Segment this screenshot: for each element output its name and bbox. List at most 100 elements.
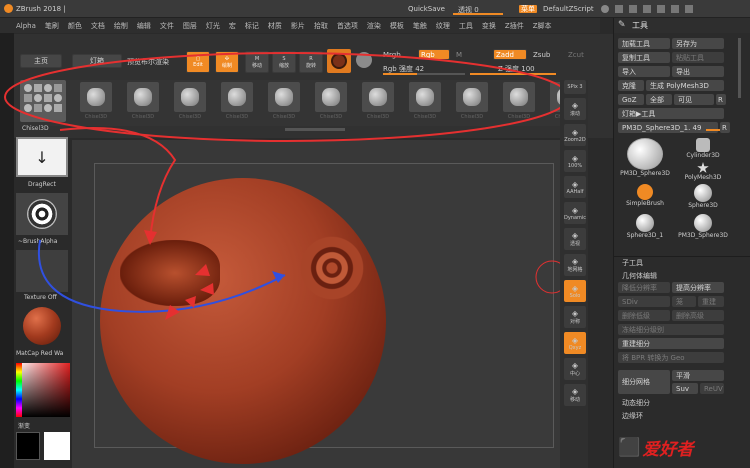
lightbox-tools-button[interactable]: 灯箱▶工具 [618, 108, 724, 119]
lower-res-button[interactable]: 降低分辨率 [618, 282, 670, 293]
goz-visible-button[interactable]: 可见 [674, 94, 714, 105]
clone-button[interactable]: 克隆 [618, 80, 644, 91]
red-arrowhead-2 [165, 305, 180, 320]
shelf-solo-label: Solo [569, 292, 581, 299]
rstr-button[interactable]: 重建 [698, 296, 724, 307]
blue-arrow-path [37, 239, 286, 313]
shelf-xyz-label: Qxyz [568, 344, 582, 351]
goz-r-button[interactable]: R [716, 94, 726, 105]
current-tool-slider[interactable]: PM3D_Sphere3D_1. 49 [618, 122, 718, 133]
del-higher-button[interactable]: 删除高级 [672, 310, 724, 321]
shelf-zoom2d-button[interactable]: ◈ Zoom2D [564, 124, 586, 146]
shelf-floor-label: 地网格 [567, 267, 583, 273]
shelf-persp-button[interactable]: ◈ 透视 [564, 228, 586, 250]
smooth-toggle[interactable]: 平滑 [672, 370, 724, 381]
wrench-icon: ✎ [618, 20, 626, 30]
dynamic-subdiv-header[interactable]: 动态细分 [622, 398, 650, 408]
goz-all-button[interactable]: 全部 [646, 94, 672, 105]
shelf-persp-icon: ◈ [571, 231, 579, 240]
make-polymesh-button[interactable]: 生成 PolyMesh3D [646, 80, 724, 91]
shelf-transp-button[interactable]: ◈ 对称 [564, 306, 586, 328]
tool-name: PolyMesh3D [684, 174, 722, 181]
shelf-frame-icon: ◈ [571, 361, 579, 370]
copy-tool-button[interactable]: 复制工具 [618, 52, 670, 63]
tool-cylinder-icon [696, 138, 710, 152]
tool-name: Cylinder3D [686, 152, 720, 159]
tool-thumbnail[interactable]: Sphere3D [676, 184, 730, 209]
tool-thumbnail[interactable]: PM3D_Sphere3D [618, 138, 672, 177]
bpr-to-geo-button[interactable]: 将 BPR 转换为 Geo [618, 352, 724, 363]
current-tool-slider-fill [706, 129, 720, 131]
shelf-persp-label: 透视 [569, 241, 580, 247]
divider [614, 256, 750, 257]
shelf-zoom2d-label: Zoom2D [564, 136, 586, 143]
tool-brush-icon [637, 184, 653, 200]
paste-tool-button[interactable]: 粘贴工具 [672, 52, 724, 63]
load-tool-button[interactable]: 加载工具 [618, 38, 670, 49]
freeze-subdiv-button[interactable]: 冻结细分级别 [618, 324, 724, 335]
shelf-solo-button[interactable]: ◈ Solo [564, 280, 586, 302]
red-arrow-path [59, 127, 177, 241]
tool-sphere-icon [694, 184, 712, 202]
shelf-transp-icon: ◈ [571, 309, 579, 318]
goz-button[interactable]: GoZ [618, 94, 644, 105]
tool-thumbnail[interactable]: Sphere3D_1 [618, 214, 672, 239]
tool-thumbnail[interactable]: PolyMesh3D [676, 162, 730, 181]
divide-button[interactable]: 细分网格 [618, 370, 670, 394]
shelf-move-button[interactable]: ◈ 移动 [564, 384, 586, 406]
shelf-spix-button[interactable]: ◈SPix 3 [564, 80, 586, 94]
shelf-pct100-button[interactable]: ◈ 100% [564, 150, 586, 172]
shelf-solo-icon: ◈ [571, 283, 579, 293]
save-as-button[interactable]: 另存为 [672, 38, 724, 49]
shelf-move-label: 移动 [569, 397, 580, 403]
shelf-zoom2d-icon: ◈ [571, 127, 579, 137]
geometry-header[interactable]: 几何体编辑 [622, 271, 657, 281]
tool-thumbnail[interactable]: Cylinder3D [676, 138, 730, 159]
tool-star-icon [697, 162, 709, 173]
shelf-xyz-icon: ◈ [571, 335, 579, 345]
suv-toggle[interactable]: Suv [672, 383, 698, 394]
shelf-xyz-button[interactable]: ◈ Qxyz [564, 332, 586, 354]
shelf-frame-button[interactable]: ◈ 中心 [564, 358, 586, 380]
tool-thumbnail[interactable]: SimpleBrush [618, 184, 672, 207]
reconstruct-subdiv-button[interactable]: 重建细分 [618, 338, 724, 349]
shelf-dynamic-icon: ◈ [571, 205, 579, 215]
tool-name: PM3D_Sphere3D [678, 232, 728, 239]
edge-loop-header[interactable]: 边缘环 [622, 411, 643, 421]
tool-sphere-large-icon [627, 138, 663, 170]
tool-name: Sphere3D_1 [626, 232, 664, 239]
shelf-pct100-label: 100% [567, 162, 583, 169]
shelf-scroll-icon: ◈ [571, 101, 579, 110]
sdiv-slider[interactable]: SDiv [618, 296, 670, 307]
red-arrowhead-1 [144, 230, 157, 245]
shelf-scroll-button[interactable]: ◈ 滚动 [564, 98, 586, 120]
tool-panel-title: 工具 [632, 21, 648, 30]
shelf-aahalf-label: AAHalf [566, 188, 584, 195]
red-arrowhead-4 [200, 283, 214, 295]
shelf-aahalf-icon: ◈ [571, 179, 579, 189]
tool-r-button[interactable]: R [720, 122, 730, 133]
tool-name: Sphere3D [688, 202, 718, 209]
tool-sphere-icon [636, 214, 654, 232]
reuv-toggle[interactable]: ReUV [700, 383, 724, 394]
tool-panel: ✎ 工具 加载工具 另存为 复制工具 粘贴工具 导入 导出 克隆 生成 Poly… [613, 18, 750, 468]
tool-panel-header: ✎ 工具 [614, 18, 750, 33]
export-button[interactable]: 导出 [672, 66, 724, 77]
shelf-dynamic-label: Dynamic [563, 214, 587, 221]
import-button[interactable]: 导入 [618, 66, 670, 77]
subtool-header[interactable]: 子工具 [622, 258, 643, 268]
shelf-aahalf-button[interactable]: ◈ AAHalf [564, 176, 586, 198]
red-arrowhead-3 [195, 264, 210, 276]
tool-panel-scrollbar[interactable] [738, 38, 741, 98]
higher-res-button[interactable]: 提高分辨率 [672, 282, 724, 293]
shelf-floor-icon: ◈ [571, 257, 579, 266]
del-lower-button[interactable]: 删除低级 [618, 310, 670, 321]
shelf-scroll-label: 滚动 [569, 111, 580, 117]
shelf-dynamic-button[interactable]: ◈ Dynamic [564, 202, 586, 224]
tool-name: PM3D_Sphere3D [620, 170, 670, 177]
right-shelf-buttons: ◈SPix 3◈滚动◈Zoom2D◈100%◈AAHalf◈Dynamic◈透视… [563, 80, 587, 468]
shelf-pct100-icon: ◈ [571, 153, 579, 163]
cage-button[interactable]: 笼 [672, 296, 696, 307]
tool-thumbnail[interactable]: PM3D_Sphere3D [676, 214, 730, 239]
shelf-floor-button[interactable]: ◈ 地网格 [564, 254, 586, 276]
